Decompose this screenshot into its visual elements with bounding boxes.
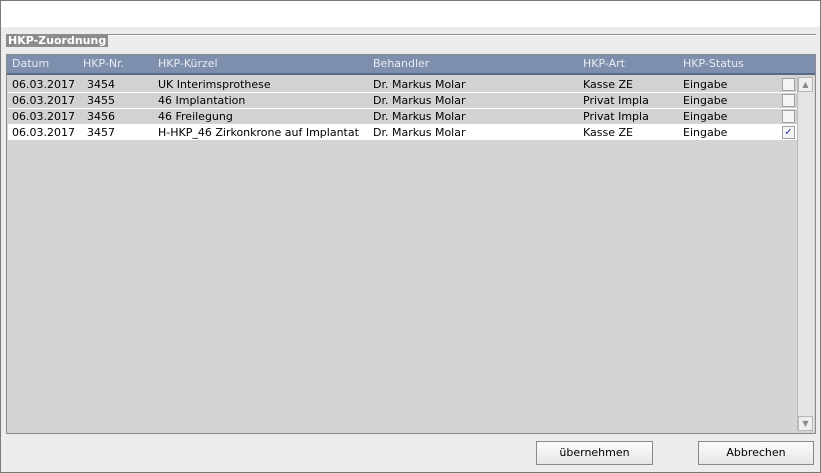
table-row[interactable]: 06.03.2017 3454 UK Interimsprothese Dr. … bbox=[8, 77, 797, 93]
vertical-scrollbar[interactable]: ▲ ▼ bbox=[797, 77, 814, 431]
cell-behandler: Dr. Markus Molar bbox=[373, 110, 466, 123]
cell-hkp-kuerzel: 46 Implantation bbox=[158, 94, 246, 107]
cell-behandler: Dr. Markus Molar bbox=[373, 94, 466, 107]
column-header-hkp-kuerzel[interactable]: HKP-Kürzel bbox=[158, 55, 218, 73]
scroll-down-icon[interactable]: ▼ bbox=[798, 416, 813, 431]
cell-hkp-art: Kasse ZE bbox=[583, 126, 633, 139]
cell-hkp-art: Privat Impla bbox=[583, 94, 649, 107]
cancel-button[interactable]: Abbrechen bbox=[698, 441, 814, 465]
cell-hkp-art: Kasse ZE bbox=[583, 78, 633, 91]
table-header: Datum HKP-Nr. HKP-Kürzel Behandler HKP-A… bbox=[7, 55, 815, 75]
cell-datum: 06.03.2017 bbox=[12, 78, 75, 91]
row-checkbox[interactable] bbox=[782, 78, 795, 91]
table-row[interactable]: 06.03.2017 3456 46 Freilegung Dr. Markus… bbox=[8, 109, 797, 125]
cell-hkp-kuerzel: UK Interimsprothese bbox=[158, 78, 271, 91]
table-row[interactable]: 06.03.2017 3455 46 Implantation Dr. Mark… bbox=[8, 93, 797, 109]
cell-hkp-nr: 3456 bbox=[87, 110, 115, 123]
column-header-behandler[interactable]: Behandler bbox=[373, 55, 429, 73]
row-checkbox[interactable] bbox=[782, 110, 795, 123]
cell-hkp-art: Privat Impla bbox=[583, 110, 649, 123]
cell-datum: 06.03.2017 bbox=[12, 110, 75, 123]
row-checkbox[interactable] bbox=[782, 94, 795, 107]
cell-behandler: Dr. Markus Molar bbox=[373, 126, 466, 139]
cell-hkp-kuerzel: H-HKP_46 Zirkonkrone auf Implantat bbox=[158, 126, 359, 139]
cell-hkp-nr: 3455 bbox=[87, 94, 115, 107]
cell-datum: 06.03.2017 bbox=[12, 126, 75, 139]
cell-hkp-status: Eingabe bbox=[683, 94, 728, 107]
cell-datum: 06.03.2017 bbox=[12, 94, 75, 107]
cell-hkp-status: Eingabe bbox=[683, 110, 728, 123]
hkp-table: Datum HKP-Nr. HKP-Kürzel Behandler HKP-A… bbox=[6, 54, 816, 434]
group-title: HKP-Zuordnung bbox=[6, 34, 109, 47]
accept-button[interactable]: übernehmen bbox=[536, 441, 653, 465]
cell-hkp-nr: 3454 bbox=[87, 78, 115, 91]
column-header-hkp-nr[interactable]: HKP-Nr. bbox=[83, 55, 124, 73]
column-header-hkp-status[interactable]: HKP-Status bbox=[683, 55, 744, 73]
table-row-selected[interactable]: 06.03.2017 3457 H-HKP_46 Zirkonkrone auf… bbox=[8, 125, 797, 141]
hkp-assignment-dialog: HKP-Zuordnung Datum HKP-Nr. HKP-Kürzel B… bbox=[0, 0, 821, 473]
row-checkbox-checked[interactable]: ✓ bbox=[782, 126, 795, 139]
scroll-up-icon[interactable]: ▲ bbox=[798, 77, 813, 92]
cell-behandler: Dr. Markus Molar bbox=[373, 78, 466, 91]
column-header-hkp-art[interactable]: HKP-Art bbox=[583, 55, 625, 73]
title-area bbox=[1, 1, 820, 27]
group-separator bbox=[6, 34, 816, 36]
column-header-datum[interactable]: Datum bbox=[12, 55, 49, 73]
cell-hkp-status: Eingabe bbox=[683, 78, 728, 91]
cell-hkp-kuerzel: 46 Freilegung bbox=[158, 110, 233, 123]
cell-hkp-nr: 3457 bbox=[87, 126, 115, 139]
cell-hkp-status: Eingabe bbox=[683, 126, 728, 139]
